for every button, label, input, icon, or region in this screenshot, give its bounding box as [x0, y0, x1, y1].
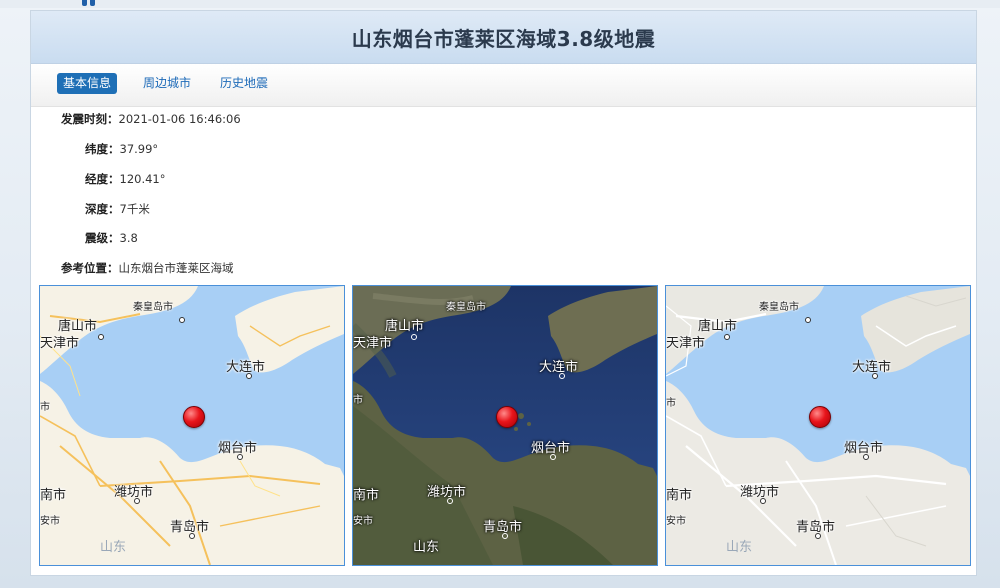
city-marker [246, 373, 252, 379]
city-label: 大连市 [539, 360, 579, 375]
city-label: 秦皇岛市 [133, 302, 173, 313]
title-bar: 山东烟台市蓬莱区海域3.8级地震 [31, 11, 976, 64]
map-terrain[interactable]: 秦皇岛市 唐山市 天津市 大连市 烟台市 潍坊市 南市 安市 青岛市 山东 市 [665, 285, 971, 566]
map-satellite[interactable]: 秦皇岛市 唐山市 天津市 大连市 烟台市 潍坊市 南市 安市 青岛市 山东 市 [352, 285, 658, 566]
epicenter-marker[interactable] [809, 406, 831, 428]
city-marker [502, 533, 508, 539]
city-label: 烟台市 [218, 441, 258, 456]
earthquake-panel: 山东烟台市蓬莱区海域3.8级地震 基本信息 周边城市 历史地震 发震时刻：202… [30, 10, 977, 576]
city-label: 市 [353, 395, 363, 406]
city-marker [815, 533, 821, 539]
city-marker [447, 498, 453, 504]
info-row-depth: 深度：7千米 [85, 201, 150, 217]
city-label: 南市 [40, 488, 67, 503]
city-label: 潍坊市 [740, 485, 780, 500]
city-marker [237, 454, 243, 460]
info-value: 山东烟台市蓬莱区海域 [118, 261, 234, 275]
info-value: 2021-01-06 16:46:06 [118, 112, 241, 126]
tab-history-quakes[interactable]: 历史地震 [214, 73, 274, 94]
city-label: 大连市 [852, 360, 892, 375]
city-label: 秦皇岛市 [759, 302, 799, 313]
city-marker [724, 334, 730, 340]
city-label: 安市 [666, 516, 686, 527]
city-marker [559, 373, 565, 379]
city-label: 青岛市 [796, 520, 836, 535]
info-row-time: 发震时刻：2021-01-06 16:46:06 [61, 111, 241, 127]
city-marker [760, 498, 766, 504]
epicenter-marker[interactable] [496, 406, 518, 428]
city-marker [98, 334, 104, 340]
region-label: 山东 [726, 540, 753, 555]
region-label: 山东 [100, 540, 127, 555]
info-label: 震级： [85, 231, 120, 245]
city-label: 烟台市 [531, 441, 571, 456]
info-value: 7千米 [119, 202, 150, 216]
city-label: 南市 [353, 488, 380, 503]
city-marker [863, 454, 869, 460]
city-label: 秦皇岛市 [446, 302, 486, 313]
tab-nearby-cities[interactable]: 周边城市 [137, 73, 197, 94]
top-strip [0, 0, 1000, 8]
info-label: 参考位置： [61, 261, 119, 275]
map-road[interactable]: 秦皇岛市 唐山市 天津市 大连市 烟台市 潍坊市 南市 安市 青岛市 山东 市 [39, 285, 345, 566]
city-label: 大连市 [226, 360, 266, 375]
city-label: 天津市 [353, 336, 393, 351]
city-label: 安市 [40, 516, 60, 527]
city-marker [134, 498, 140, 504]
city-label: 天津市 [40, 336, 80, 351]
city-label: 天津市 [666, 336, 706, 351]
city-label: 烟台市 [844, 441, 884, 456]
city-label: 市 [40, 402, 50, 413]
info-row-reference: 参考位置：山东烟台市蓬莱区海域 [61, 260, 234, 276]
city-label: 潍坊市 [114, 485, 154, 500]
info-value: 37.99° [119, 142, 159, 156]
city-label: 南市 [666, 488, 693, 503]
info-label: 发震时刻： [61, 112, 119, 126]
city-label: 青岛市 [483, 520, 523, 535]
city-label: 安市 [353, 516, 373, 527]
epicenter-marker[interactable] [183, 406, 205, 428]
city-marker [550, 454, 556, 460]
city-marker [411, 334, 417, 340]
info-label: 深度： [85, 202, 120, 216]
info-row-magnitude: 震级：3.8 [85, 230, 138, 246]
info-label: 纬度： [85, 142, 120, 156]
info-label: 经度： [85, 172, 120, 186]
info-value: 120.41° [119, 172, 166, 186]
city-label: 潍坊市 [427, 485, 467, 500]
city-label: 青岛市 [170, 520, 210, 535]
page-title: 山东烟台市蓬莱区海域3.8级地震 [351, 26, 656, 51]
tab-bar: 基本信息 周边城市 历史地震 [31, 64, 976, 107]
info-row-lon: 经度：120.41° [85, 171, 166, 187]
city-label: 市 [666, 398, 676, 409]
region-label: 山东 [413, 540, 440, 555]
logo-icon [82, 0, 100, 6]
city-marker [179, 317, 185, 323]
city-marker [805, 317, 811, 323]
info-row-lat: 纬度：37.99° [85, 141, 158, 157]
city-marker [189, 533, 195, 539]
city-marker [872, 373, 878, 379]
tab-basic-info[interactable]: 基本信息 [57, 73, 118, 94]
info-value: 3.8 [119, 231, 138, 245]
